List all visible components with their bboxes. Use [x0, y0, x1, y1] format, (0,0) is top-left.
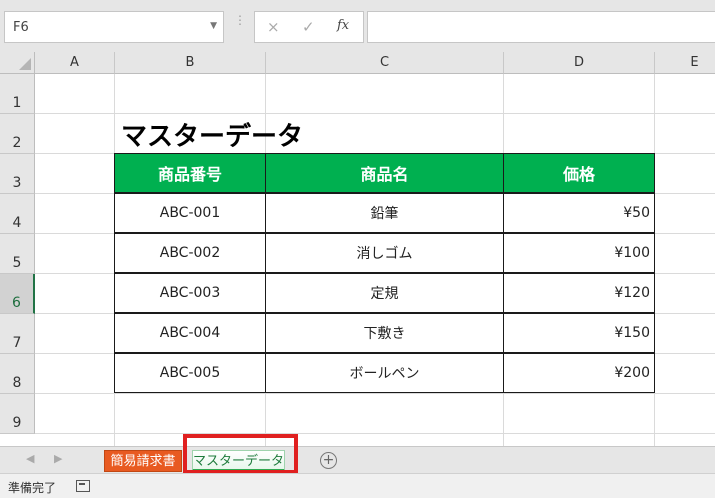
- formula-input[interactable]: [367, 11, 715, 43]
- table-cell-price[interactable]: ¥100: [503, 233, 655, 273]
- table-cell-price[interactable]: ¥150: [503, 313, 655, 353]
- insert-function-icon[interactable]: fx: [337, 18, 349, 33]
- row-header-4[interactable]: 4: [0, 194, 35, 234]
- chevron-left-icon[interactable]: ◀: [26, 452, 34, 465]
- column-header-c[interactable]: C: [266, 52, 504, 74]
- row-header-2[interactable]: 2: [0, 114, 35, 154]
- name-box-value: F6: [13, 20, 29, 35]
- table-cell-code[interactable]: ABC-001: [114, 193, 266, 233]
- table-cell-name[interactable]: 定規: [265, 273, 504, 313]
- table-cell-code[interactable]: ABC-005: [114, 353, 266, 393]
- row-header-9[interactable]: 9: [0, 394, 35, 434]
- select-all-button[interactable]: [0, 52, 35, 74]
- add-sheet-icon[interactable]: +: [320, 452, 337, 469]
- row-header-5[interactable]: 5: [0, 234, 35, 274]
- table-cell-name[interactable]: ボールペン: [265, 353, 504, 393]
- column-header-d[interactable]: D: [504, 52, 655, 74]
- drag-handle-icon[interactable]: ⋮: [234, 14, 246, 26]
- table-cell-price[interactable]: ¥120: [503, 273, 655, 313]
- status-text: 準備完了: [8, 481, 57, 495]
- table-cell-name[interactable]: 下敷き: [265, 313, 504, 353]
- row-header-3[interactable]: 3: [0, 154, 35, 194]
- status-bar: 準備完了: [0, 473, 715, 498]
- table-cell-price[interactable]: ¥200: [503, 353, 655, 393]
- macro-record-icon[interactable]: [76, 480, 90, 492]
- table-cell-code[interactable]: ABC-003: [114, 273, 266, 313]
- row-header-1[interactable]: 1: [0, 74, 35, 114]
- row-header-7[interactable]: 7: [0, 314, 35, 354]
- chevron-down-icon[interactable]: ▼: [210, 21, 217, 31]
- column-header-e[interactable]: E: [655, 52, 715, 74]
- name-box[interactable]: F6 ▼: [4, 11, 224, 43]
- row-header-6[interactable]: 6: [0, 274, 35, 314]
- highlight-box: [183, 434, 298, 474]
- table-header-product-name[interactable]: 商品名: [265, 153, 504, 193]
- sheet-tab-bar: ◀ ▶ 簡易請求書 マスターデータ +: [0, 446, 715, 473]
- enter-icon[interactable]: ✓: [302, 18, 315, 36]
- spreadsheet-grid[interactable]: A B C D E 1 2 3 4 5 6 7 8 9 マスターデータ 商品番号…: [0, 52, 715, 446]
- table-cell-name[interactable]: 消しゴム: [265, 233, 504, 273]
- row-header-8[interactable]: 8: [0, 354, 35, 394]
- table-cell-price[interactable]: ¥50: [503, 193, 655, 233]
- sheet-title[interactable]: マスターデータ: [121, 116, 303, 153]
- table-header-product-code[interactable]: 商品番号: [114, 153, 266, 193]
- formula-buttons: × ✓ fx: [254, 11, 364, 43]
- table-cell-name[interactable]: 鉛筆: [265, 193, 504, 233]
- chevron-right-icon[interactable]: ▶: [54, 452, 62, 465]
- table-cell-code[interactable]: ABC-002: [114, 233, 266, 273]
- sheet-tab-invoice[interactable]: 簡易請求書: [104, 450, 182, 472]
- formula-bar: F6 ▼ ⋮ × ✓ fx: [0, 0, 715, 52]
- column-header-a[interactable]: A: [35, 52, 115, 74]
- column-header-b[interactable]: B: [115, 52, 266, 74]
- table-cell-code[interactable]: ABC-004: [114, 313, 266, 353]
- cancel-icon[interactable]: ×: [267, 18, 280, 36]
- table-header-price[interactable]: 価格: [503, 153, 655, 193]
